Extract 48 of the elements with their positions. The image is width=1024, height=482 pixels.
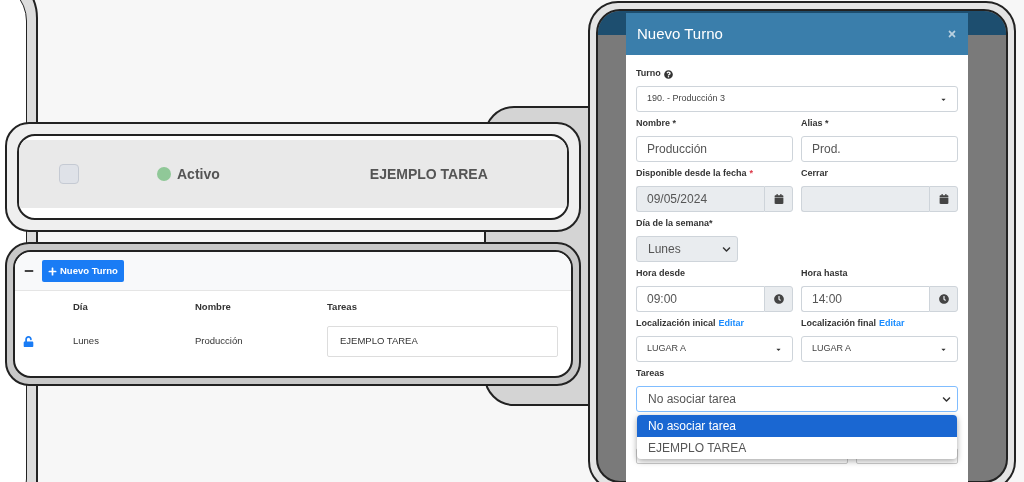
calendar-icon <box>773 194 784 204</box>
field-label: Tareas <box>636 367 665 381</box>
clock-button[interactable] <box>929 286 958 312</box>
field-label: Nombre * <box>636 117 676 131</box>
calendar-button[interactable] <box>929 186 958 212</box>
field-label: Hora desde <box>636 267 686 281</box>
column-header: Tareas <box>327 299 357 314</box>
plus-icon <box>48 266 57 276</box>
calendar-icon <box>938 194 949 204</box>
input-field[interactable]: Prod. <box>801 136 958 162</box>
task-name: EJEMPLO TAREA <box>369 164 488 184</box>
field-label: Alias * <box>801 117 829 131</box>
table-cell-text: Lunes <box>73 333 100 348</box>
clock-icon <box>773 294 784 304</box>
field-label: Localización final <box>801 317 876 331</box>
checkbox[interactable] <box>59 164 79 184</box>
chevron-icon <box>722 244 731 254</box>
task-field[interactable]: EJEMPLO TAREA <box>327 325 558 357</box>
edit-link[interactable]: Editar <box>879 317 905 331</box>
edit-link[interactable]: Editar <box>718 317 745 331</box>
new-shift-button[interactable]: Nuevo Turno <box>42 260 124 282</box>
dropdown-option[interactable]: EJEMPLO TAREA <box>637 437 957 459</box>
clock-button[interactable] <box>764 286 793 312</box>
field-label: Disponible desde la fecha <box>636 167 747 181</box>
select-field[interactable]: 190. - Producción 3 <box>636 86 958 112</box>
required-mark: * <box>749 167 754 181</box>
input-field[interactable]: Producción <box>636 136 793 162</box>
unlock-icon[interactable] <box>23 335 34 347</box>
clock-icon <box>938 294 949 304</box>
select-field[interactable]: No asociar tarea <box>636 386 958 412</box>
chevron-icon <box>942 394 951 404</box>
status-label: Activo <box>177 164 220 184</box>
close-icon[interactable] <box>947 29 957 39</box>
column-header: Día <box>73 299 89 314</box>
select-field[interactable]: LUGAR A <box>636 336 793 362</box>
dropdown-option[interactable]: No asociar tarea <box>637 415 957 437</box>
select-field[interactable]: LUGAR A <box>801 336 958 362</box>
field-label: Día de la semana* <box>636 217 713 231</box>
field-label: Localización inical <box>636 317 716 331</box>
field-label: Cerrar <box>801 167 829 181</box>
table-cell-text: Producción <box>195 333 244 348</box>
input-field[interactable]: 09:00 <box>636 286 764 312</box>
modal-title: Nuevo Turno <box>637 23 723 44</box>
input-field[interactable]: 14:00 <box>801 286 929 312</box>
calendar-button[interactable] <box>764 186 793 212</box>
field-label: Turno <box>636 67 661 81</box>
field-label: Hora hasta <box>801 267 848 281</box>
column-header: Nombre <box>195 299 232 314</box>
